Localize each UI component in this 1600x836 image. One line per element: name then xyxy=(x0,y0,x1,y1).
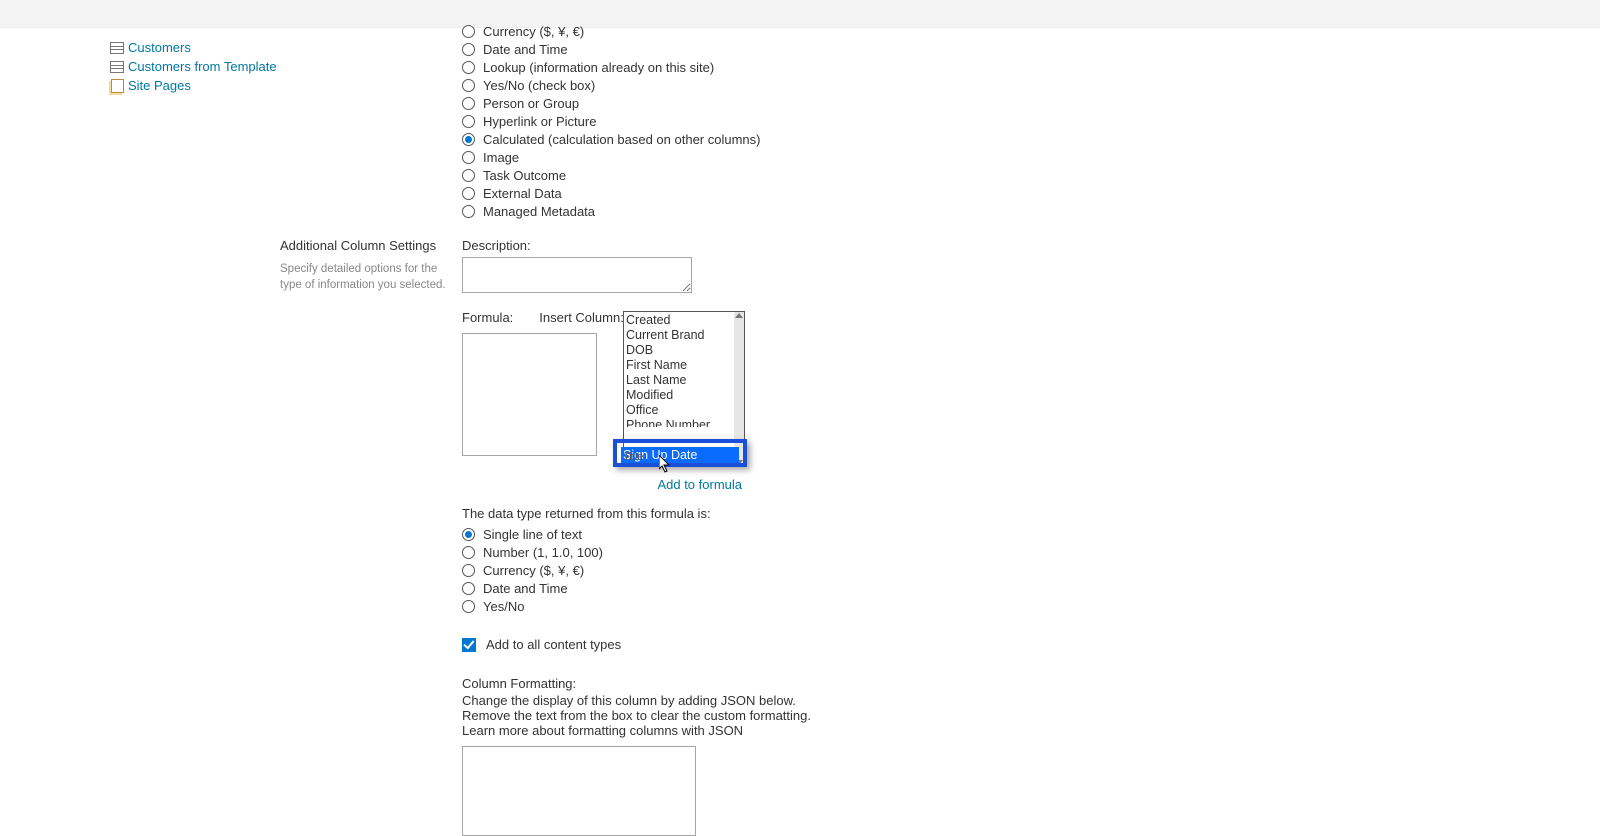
sidebar-item-site-pages[interactable]: Site Pages xyxy=(110,76,280,95)
radio-label: Yes/No (check box) xyxy=(483,78,595,93)
return-type-option[interactable]: Currency ($, ¥, €) xyxy=(462,561,1022,579)
list-item[interactable]: Created xyxy=(624,312,734,327)
additional-settings-subtitle: Specify detailed options for the type of… xyxy=(280,261,452,293)
insert-column-box-col: Created Current Brand DOB First Name Las… xyxy=(623,307,753,467)
listbox-scrollbar[interactable] xyxy=(734,312,744,466)
listbox-inner: Created Current Brand DOB First Name Las… xyxy=(624,312,734,427)
column-type-option[interactable]: Yes/No (check box) xyxy=(462,76,1022,94)
add-to-formula-link[interactable]: Add to formula xyxy=(657,477,742,492)
radio-label: Number (1, 1.0, 100) xyxy=(483,545,603,560)
return-type-option[interactable]: Number (1, 1.0, 100) xyxy=(462,543,1022,561)
column-type-option[interactable]: Date and Time xyxy=(462,40,1022,58)
list-item[interactable]: Phone Number xyxy=(624,417,734,427)
radio-icon xyxy=(462,582,475,595)
sidebar: Customers Customers from Template Site P… xyxy=(0,28,280,95)
radio-icon xyxy=(462,43,475,56)
radio-label: Person or Group xyxy=(483,96,579,111)
radio-icon xyxy=(462,97,475,110)
radio-icon xyxy=(462,133,475,146)
add-content-types-row[interactable]: Add to all content types xyxy=(462,637,1022,652)
formula-body-row: Created Current Brand DOB First Name Las… xyxy=(462,307,1022,467)
column-type-option[interactable]: Image xyxy=(462,148,1022,166)
return-type-option[interactable]: Single line of text xyxy=(462,525,1022,543)
list-item[interactable]: First Name xyxy=(624,357,734,372)
additional-settings-title: Additional Column Settings xyxy=(280,238,452,253)
add-to-formula-row: Add to formula xyxy=(462,477,742,492)
sidebar-item-cut xyxy=(110,28,280,36)
radio-label: External Data xyxy=(483,186,562,201)
formula-box-col xyxy=(462,307,597,456)
radio-icon xyxy=(462,600,475,613)
column-type-option[interactable]: Hyperlink or Picture xyxy=(462,112,1022,130)
description-input[interactable] xyxy=(462,257,692,293)
list-icon xyxy=(110,60,124,74)
radio-label: Currency ($, ¥, €) xyxy=(483,563,584,578)
radio-label: Single line of text xyxy=(483,527,582,542)
column-type-option[interactable]: Managed Metadata xyxy=(462,202,1022,220)
radio-icon xyxy=(462,79,475,92)
radio-icon xyxy=(462,187,475,200)
column-type-option-calculated[interactable]: Calculated (calculation based on other c… xyxy=(462,130,1022,148)
scroll-up-icon xyxy=(735,313,743,318)
radio-label: Hyperlink or Picture xyxy=(483,114,596,129)
radio-label: Calculated (calculation based on other c… xyxy=(483,132,761,147)
return-type-radios: Single line of text Number (1, 1.0, 100)… xyxy=(462,525,1022,615)
column-formatting-help1: Change the display of this column by add… xyxy=(462,693,1022,708)
radio-label: Yes/No xyxy=(483,599,524,614)
sidebar-item-label: Customers from Template xyxy=(128,59,277,74)
sidebar-item-customers-template[interactable]: Customers from Template xyxy=(110,57,280,76)
list-icon xyxy=(110,41,124,55)
column-type-option-currency-cut[interactable]: Currency ($, ¥, €) xyxy=(462,22,1022,40)
column-type-option[interactable]: Lookup (information already on this site… xyxy=(462,58,1022,76)
column-type-option[interactable]: Task Outcome xyxy=(462,166,1022,184)
radio-icon xyxy=(462,169,475,182)
checkbox-label: Add to all content types xyxy=(486,637,621,652)
checkbox-checked-icon[interactable] xyxy=(462,638,476,652)
radio-label: Date and Time xyxy=(483,42,568,57)
radio-label: Task Outcome xyxy=(483,168,566,183)
list-item[interactable]: Current Brand xyxy=(624,327,734,342)
radio-label: Lookup (information already on this site… xyxy=(483,60,714,75)
radio-label: Managed Metadata xyxy=(483,204,595,219)
list-item[interactable]: Modified xyxy=(624,387,734,402)
sidebar-item-customers[interactable]: Customers xyxy=(110,38,280,57)
list-item[interactable]: Last Name xyxy=(624,372,734,387)
sidebar-item-label: Site Pages xyxy=(128,78,191,93)
radio-label: Currency ($, ¥, €) xyxy=(483,24,584,39)
description-label: Description: xyxy=(462,238,1022,253)
insert-column-listbox[interactable]: Created Current Brand DOB First Name Las… xyxy=(623,311,745,467)
main-content: Additional Column Settings Specify detai… xyxy=(280,28,1600,836)
pages-icon xyxy=(110,79,124,93)
column-formatting-help2: Remove the text from the box to clear th… xyxy=(462,708,1022,723)
list-item[interactable]: DOB xyxy=(624,342,734,357)
list-item[interactable]: Office xyxy=(624,402,734,417)
json-formatting-input[interactable] xyxy=(462,746,696,836)
sidebar-item-label: Customers xyxy=(128,40,191,55)
radio-icon xyxy=(462,205,475,218)
return-type-option[interactable]: Yes/No xyxy=(462,597,1022,615)
radio-label: Date and Time xyxy=(483,581,568,596)
column-type-radios: Currency ($, ¥, €) Date and Time Lookup … xyxy=(462,22,1022,220)
column-type-option[interactable]: External Data xyxy=(462,184,1022,202)
radio-icon xyxy=(462,151,475,164)
return-type-option[interactable]: Date and Time xyxy=(462,579,1022,597)
page-wrap: Customers Customers from Template Site P… xyxy=(0,28,1600,836)
column-formatting-link[interactable]: Learn more about formatting columns with… xyxy=(462,723,1022,738)
formula-input[interactable] xyxy=(462,333,597,456)
scroll-down-icon xyxy=(735,460,743,465)
radio-label: Image xyxy=(483,150,519,165)
radio-icon xyxy=(462,528,475,541)
radio-icon xyxy=(462,25,475,38)
column-formatting-title: Column Formatting: xyxy=(462,676,1022,691)
settings-label-column: Additional Column Settings Specify detai… xyxy=(280,28,462,836)
return-type-label: The data type returned from this formula… xyxy=(462,506,1022,521)
radio-icon xyxy=(462,61,475,74)
radio-icon xyxy=(462,564,475,577)
radio-icon xyxy=(462,546,475,559)
fields-column: Currency ($, ¥, €) Date and Time Lookup … xyxy=(462,28,1022,836)
column-type-option[interactable]: Person or Group xyxy=(462,94,1022,112)
radio-icon xyxy=(462,115,475,128)
